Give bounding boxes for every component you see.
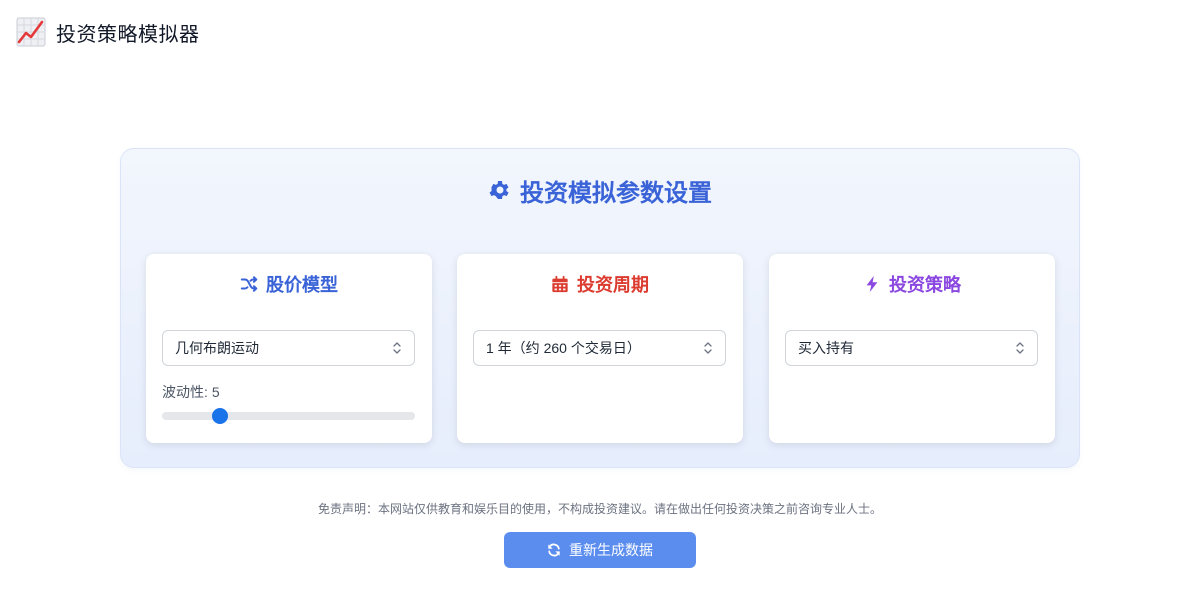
card-header: 投资周期 [457, 272, 743, 296]
investment-strategy-select[interactable]: 买入持有 [785, 330, 1038, 366]
chart-increasing-icon [16, 17, 46, 47]
bolt-icon [866, 275, 878, 293]
settings-panel: 投资模拟参数设置 股价模型 几何布朗运动 波动性: 5 投资周期 1 年（约 2… [120, 148, 1080, 468]
card-header: 投资策略 [769, 272, 1055, 296]
investment-period-select[interactable]: 1 年（约 260 个交易日） [473, 330, 726, 366]
chevron-updown-icon [1016, 342, 1024, 354]
card-header: 股价模型 [146, 272, 432, 296]
card-price-model: 股价模型 几何布朗运动 波动性: 5 [146, 254, 432, 443]
select-value: 几何布朗运动 [175, 340, 259, 356]
refresh-icon [548, 543, 560, 557]
chevron-updown-icon [704, 342, 712, 354]
volatility-slider-thumb[interactable] [212, 408, 229, 424]
card-title: 投资策略 [889, 275, 961, 295]
select-value: 买入持有 [798, 340, 854, 356]
card-title: 投资周期 [577, 275, 649, 295]
regenerate-data-button[interactable]: 重新生成数据 [504, 532, 696, 568]
card-investment-period: 投资周期 1 年（约 260 个交易日） [457, 254, 743, 443]
calendar-icon [552, 275, 568, 293]
regenerate-data-label: 重新生成数据 [569, 542, 653, 558]
volatility-label-text: 波动性: [162, 384, 208, 400]
panel-title: 投资模拟参数设置 [520, 179, 712, 207]
volatility-value: 5 [211, 384, 220, 400]
card-title: 股价模型 [266, 275, 338, 295]
chevron-updown-icon [393, 342, 401, 354]
app-title: 投资策略模拟器 [56, 23, 200, 46]
volatility-slider[interactable] [162, 408, 415, 424]
shuffle-icon [240, 276, 258, 292]
disclaimer-text: 免责声明：本网站仅供教育和娱乐目的使用，不构成投资建议。请在做出任何投资决策之前… [317, 502, 882, 516]
select-value: 1 年（约 260 个交易日） [486, 340, 641, 356]
price-model-select[interactable]: 几何布朗运动 [162, 330, 415, 366]
panel-header: 投资模拟参数设置 [121, 173, 1079, 207]
gear-icon [489, 181, 509, 199]
card-investment-strategy: 投资策略 买入持有 [769, 254, 1055, 443]
app-header: 投资策略模拟器 [16, 16, 200, 48]
volatility-label: 波动性: 5 [162, 382, 220, 402]
